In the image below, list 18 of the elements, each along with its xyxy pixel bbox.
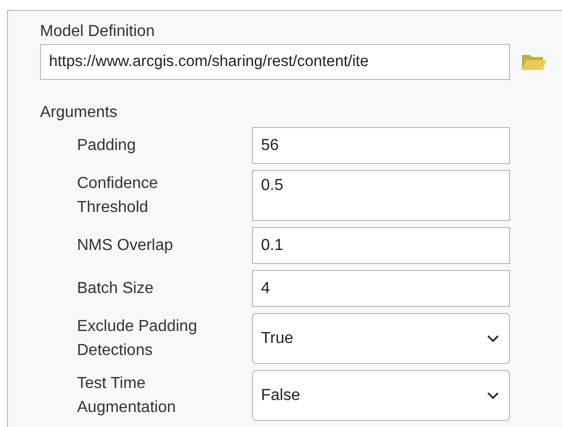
argument-label: Padding	[77, 136, 137, 156]
chevron-icon	[487, 392, 499, 400]
dropdown[interactable]: False	[252, 370, 510, 421]
argument-label: Exclude Padding Detections	[77, 316, 198, 360]
argument-label: Test Time Augmentation	[77, 374, 177, 418]
argument-label: NMS Overlap	[77, 236, 174, 256]
input-field[interactable]: 56	[252, 127, 510, 164]
input-field[interactable]: 4	[252, 270, 510, 307]
input-field[interactable]: 0.5	[252, 170, 510, 221]
input-field[interactable]: 0.1	[252, 227, 510, 264]
chevron-icon	[487, 334, 499, 342]
argument-label: Batch Size	[77, 278, 154, 298]
folder-icon[interactable]	[521, 52, 547, 72]
dropdown[interactable]: True	[252, 313, 510, 364]
url-field[interactable]: https://www.arcgis.com/sharing/rest/content/ite	[40, 44, 510, 80]
section-heading: Arguments	[40, 103, 118, 123]
argument-label: Confidence Threshold	[77, 174, 159, 218]
field-label: Model Definition	[40, 22, 156, 42]
